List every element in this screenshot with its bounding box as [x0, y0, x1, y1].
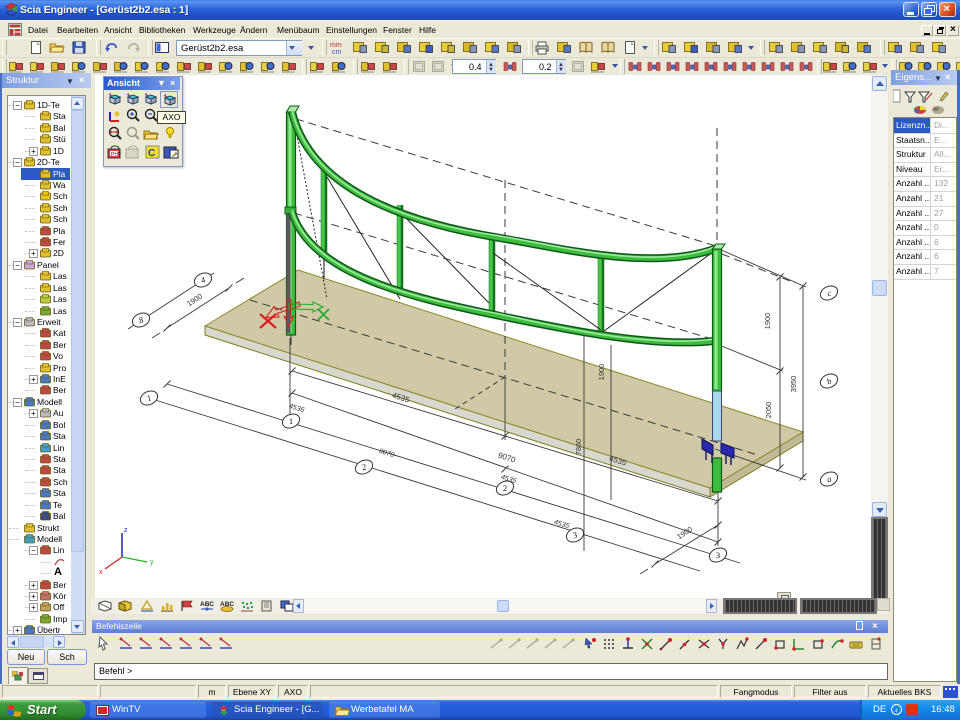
svg-text:x: x [99, 569, 103, 576]
svg-text:ABC: ABC [200, 601, 214, 608]
svg-text:mm: mm [330, 42, 342, 49]
svg-text:1900: 1900 [763, 313, 772, 330]
svg-text:z: z [124, 527, 128, 534]
svg-text:2: 2 [503, 483, 507, 493]
svg-text:C: C [148, 148, 155, 159]
svg-text:cm: cm [332, 49, 342, 55]
svg-text:7860: 7860 [574, 439, 583, 456]
svg-text:2050: 2050 [764, 402, 773, 419]
svg-text:3950: 3950 [789, 376, 798, 393]
svg-text:1: 1 [289, 416, 293, 426]
svg-text:y: y [150, 559, 154, 566]
svg-text:1900: 1900 [597, 364, 606, 381]
svg-text:3: 3 [716, 550, 720, 560]
svg-text:PHT: PHT [111, 152, 121, 158]
